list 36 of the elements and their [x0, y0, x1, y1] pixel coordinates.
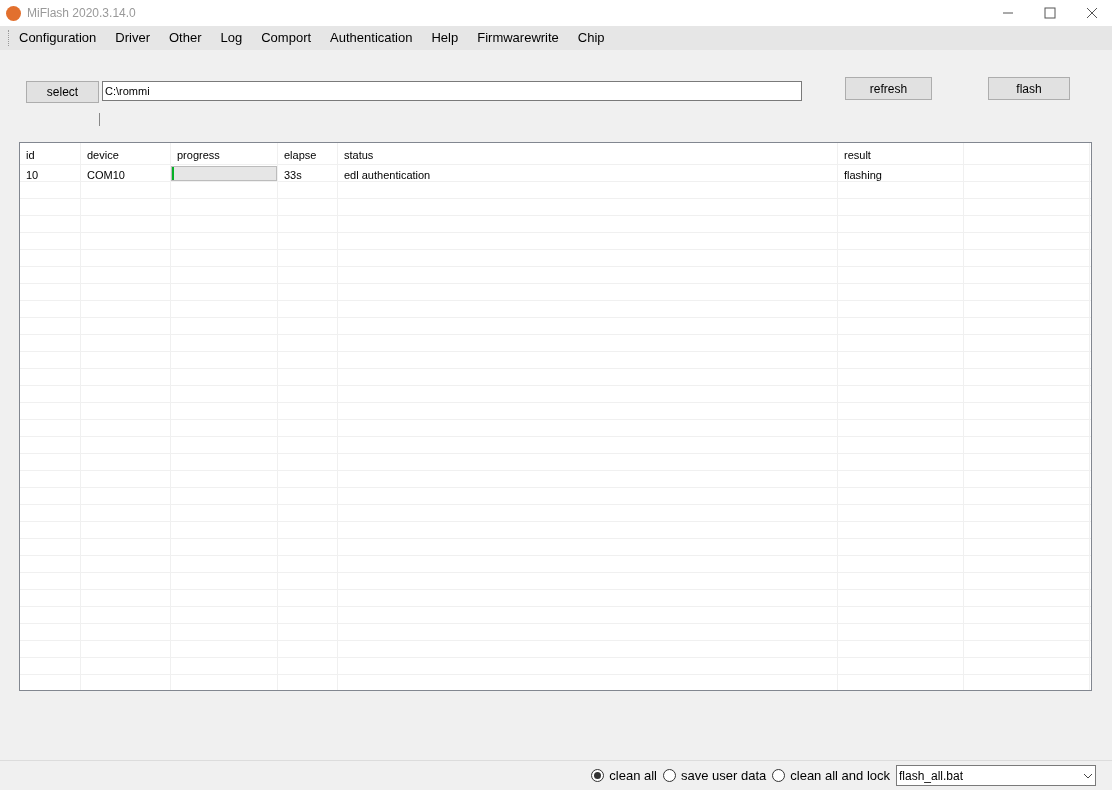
column-header[interactable]: progress [171, 143, 278, 164]
column-header[interactable]: device [81, 143, 171, 164]
menu-item[interactable]: Other [169, 28, 202, 48]
flash-button[interactable]: flash [988, 77, 1070, 100]
menu-item[interactable]: Comport [261, 28, 312, 48]
radio-button[interactable] [772, 769, 786, 782]
table-cell: edl authentication [344, 169, 431, 181]
menu-item[interactable]: Configuration [19, 28, 97, 48]
table-cell: 10 [26, 169, 39, 181]
maximize-icon[interactable] [1044, 7, 1056, 19]
menu-item[interactable]: Log [220, 28, 243, 48]
app-logo-icon [6, 5, 21, 21]
radio-option[interactable]: clean all [591, 765, 657, 786]
radio-button[interactable] [591, 769, 605, 782]
menu-item[interactable]: Firmwarewrite [477, 28, 559, 48]
menu-item[interactable]: Help [431, 28, 459, 48]
caret-icon [1083, 772, 1093, 779]
column-header[interactable]: elapse [278, 143, 338, 164]
script-dropdown[interactable]: flash_all.bat [896, 765, 1096, 786]
window-title: MiFlash 2020.3.14.0 [27, 5, 136, 22]
select-button[interactable]: select [26, 81, 99, 103]
menu-item[interactable]: Chip [577, 28, 605, 48]
menu-item[interactable]: Authentication [330, 28, 413, 48]
table-cell: COM10 [87, 169, 125, 181]
table-cell: flashing [844, 169, 882, 181]
table-cell: 33s [284, 169, 302, 181]
column-header[interactable]: id [20, 143, 81, 164]
menu-item[interactable]: Driver [115, 28, 150, 48]
radio-option[interactable]: save user data [663, 765, 767, 786]
column-header[interactable]: status [338, 143, 838, 164]
radio-button[interactable] [663, 769, 676, 782]
close-icon[interactable] [1086, 7, 1098, 19]
column-header[interactable]: result [838, 143, 964, 164]
radio-option[interactable]: clean all and lock [772, 765, 890, 786]
refresh-button[interactable]: refresh [845, 77, 932, 100]
path-input-field[interactable]: C:\rommi [102, 81, 802, 101]
